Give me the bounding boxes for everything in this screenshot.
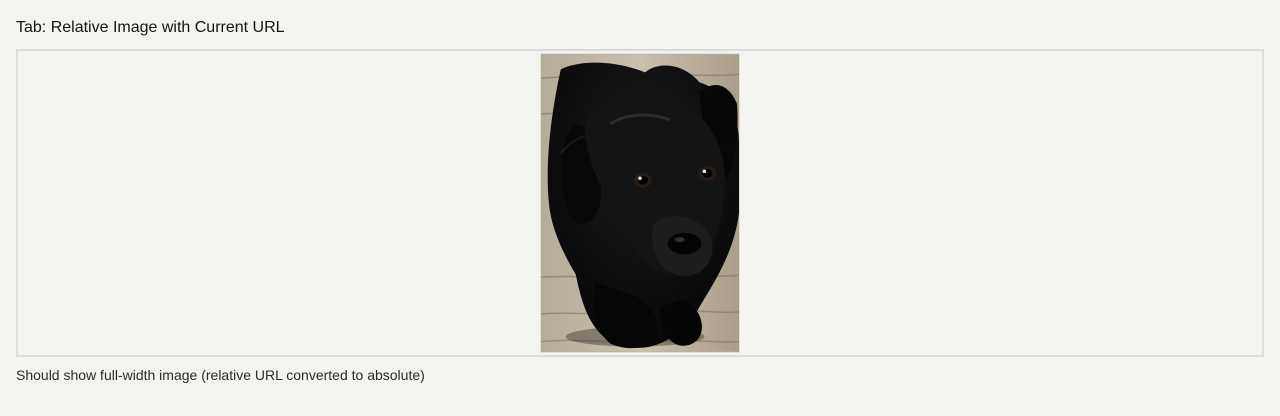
- puppy-image: [540, 53, 740, 353]
- image-frame: [16, 49, 1264, 357]
- page: Tab: Relative Image with Current URL Sho…: [0, 0, 1280, 416]
- image-caption: Should show full-width image (relative U…: [16, 367, 425, 383]
- tab-title: Tab: Relative Image with Current URL: [16, 19, 285, 36]
